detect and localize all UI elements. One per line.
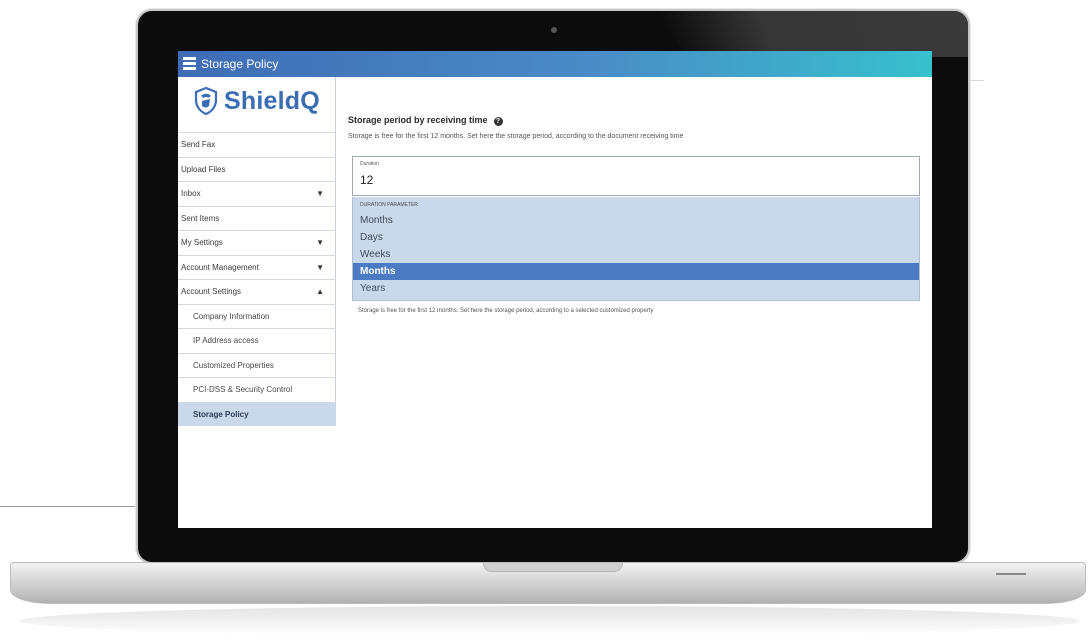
- dropdown-option-months[interactable]: Months: [353, 212, 919, 229]
- sidebar-item-customized-properties[interactable]: Customized Properties: [178, 352, 336, 378]
- sidebar-item-label: Sent Items: [181, 213, 220, 223]
- sidebar-item-label: IP Address access: [193, 336, 259, 345]
- sidebar-item-inbox[interactable]: Inbox ▼: [178, 181, 336, 206]
- app-screen: Storage Policy ShieldQ Send Fax Upload F…: [178, 51, 932, 528]
- laptop-lid: Storage Policy ShieldQ Send Fax Upload F…: [136, 9, 970, 564]
- sidebar-item-label: Upload Files: [181, 164, 226, 174]
- brand-logo: ShieldQ: [192, 83, 322, 123]
- dropdown-option-years[interactable]: Years: [353, 280, 919, 297]
- dropdown-option-months-selected[interactable]: Months: [353, 263, 919, 280]
- main-content: Storage period by receiving time? Storag…: [348, 77, 928, 517]
- caret-down-icon[interactable]: ▼: [316, 182, 324, 205]
- duration-parameter-dropdown[interactable]: DURATION PARAMETER Months Days Weeks Mon…: [352, 197, 920, 301]
- hamburger-menu-icon[interactable]: [183, 57, 196, 70]
- lid-opening-notch: [483, 563, 623, 572]
- sidebar-item-label: Company Information: [193, 311, 270, 321]
- webcam-icon: [551, 27, 557, 33]
- sidebar-item-label: My Settings: [181, 238, 223, 247]
- caret-down-icon[interactable]: ▼: [316, 256, 324, 279]
- sidebar-item-send-fax[interactable]: Send Fax: [178, 132, 336, 157]
- sidebar-item-label: Customized Properties: [193, 360, 274, 370]
- sidebar-item-label: Account Management: [181, 262, 259, 272]
- sidebar-item-label: PCI-DSS & Security Control: [193, 385, 293, 394]
- sidebar-item-sent-items[interactable]: Sent Items: [178, 205, 336, 231]
- sidebar-item-company-information[interactable]: Company Information: [178, 303, 336, 329]
- surface-reflection: [20, 606, 1080, 636]
- dropdown-header: DURATION PARAMETER: [360, 202, 418, 208]
- status-light: [996, 573, 1026, 575]
- duration-field[interactable]: Duration 12: [352, 156, 920, 196]
- dropdown-option-weeks[interactable]: Weeks: [353, 246, 919, 263]
- shield-logo-icon: [194, 87, 218, 115]
- sidebar-item-label: Send Fax: [181, 140, 216, 149]
- dropdown-option-days[interactable]: Days: [353, 229, 919, 246]
- top-bar: Storage Policy: [178, 51, 932, 77]
- sidebar-item-label: Account Settings: [181, 287, 242, 296]
- section-description: Storage is free for the first 12 months.…: [348, 133, 684, 140]
- brand-name: ShieldQ: [224, 87, 320, 115]
- sidebar-item-ip-address-access[interactable]: IP Address access: [178, 328, 336, 353]
- help-icon[interactable]: ?: [493, 117, 503, 126]
- sidebar-item-account-management[interactable]: Account Management ▼: [178, 254, 336, 280]
- sidebar-item-storage-policy[interactable]: Storage Policy: [178, 401, 336, 426]
- sidebar-item-pci-dss-security[interactable]: PCI-DSS & Security Control: [178, 377, 336, 402]
- sidebar-item-account-settings[interactable]: Account Settings ▲: [178, 279, 336, 304]
- sidebar-item-label: Inbox: [181, 189, 201, 198]
- caret-down-icon[interactable]: ▼: [316, 231, 324, 254]
- background-divider-line-right: [968, 80, 984, 81]
- section-title-text: Storage period by receiving time: [348, 115, 488, 125]
- caret-up-icon[interactable]: ▲: [316, 280, 324, 303]
- sidebar-item-my-settings[interactable]: My Settings ▼: [178, 230, 336, 255]
- sidebar-nav: Send Fax Upload Files Inbox ▼ Sent Items…: [178, 132, 336, 426]
- background-divider-line: [0, 506, 140, 507]
- sidebar-item-upload-files[interactable]: Upload Files: [178, 156, 336, 182]
- sidebar-item-label: Storage Policy: [193, 409, 249, 419]
- duration-value[interactable]: 12: [360, 173, 373, 187]
- laptop-base: [10, 562, 1086, 604]
- duration-label: Duration: [360, 161, 379, 167]
- storage-note: Storage is free for the first 12 months.…: [358, 308, 654, 314]
- page-title: Storage Policy: [201, 57, 279, 71]
- section-title: Storage period by receiving time?: [348, 115, 503, 126]
- sidebar: ShieldQ Send Fax Upload Files Inbox ▼ Se…: [178, 77, 336, 426]
